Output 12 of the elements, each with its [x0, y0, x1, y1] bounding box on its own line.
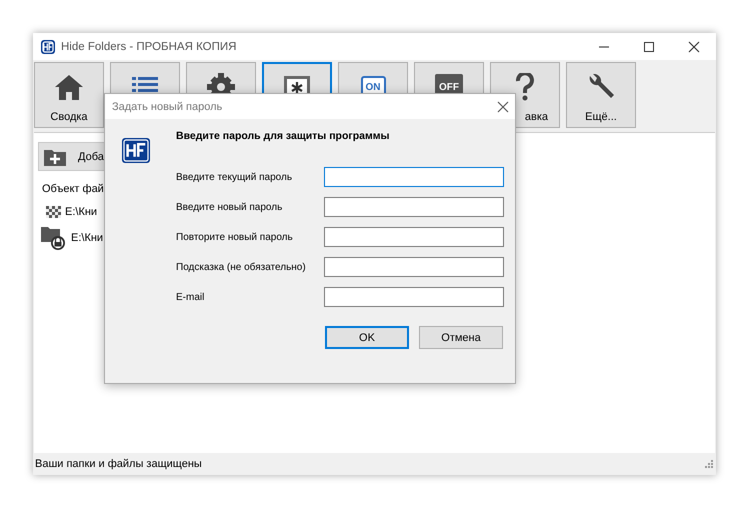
field-label: Подсказка (не обязательно) [176, 262, 307, 272]
status-text: Ваши папки и файлы защищены [35, 458, 202, 470]
field-label: Введите текущий пароль [176, 172, 294, 182]
file-path: E:\Кни [71, 232, 104, 244]
column-header: Объект фай [41, 183, 104, 195]
field-label: Повторите новый пароль [176, 232, 294, 242]
dialog-title: Задать новый пароль [112, 100, 222, 112]
field-label: Введите новый пароль [176, 202, 284, 212]
window-title: Hide Folders - ПРОБНАЯ КОПИЯ [61, 40, 238, 52]
field-label: E-mail [176, 292, 206, 302]
dialog-heading: Введите пароль для защиты программы [176, 130, 390, 142]
file-path: E:\Кни [65, 206, 98, 218]
